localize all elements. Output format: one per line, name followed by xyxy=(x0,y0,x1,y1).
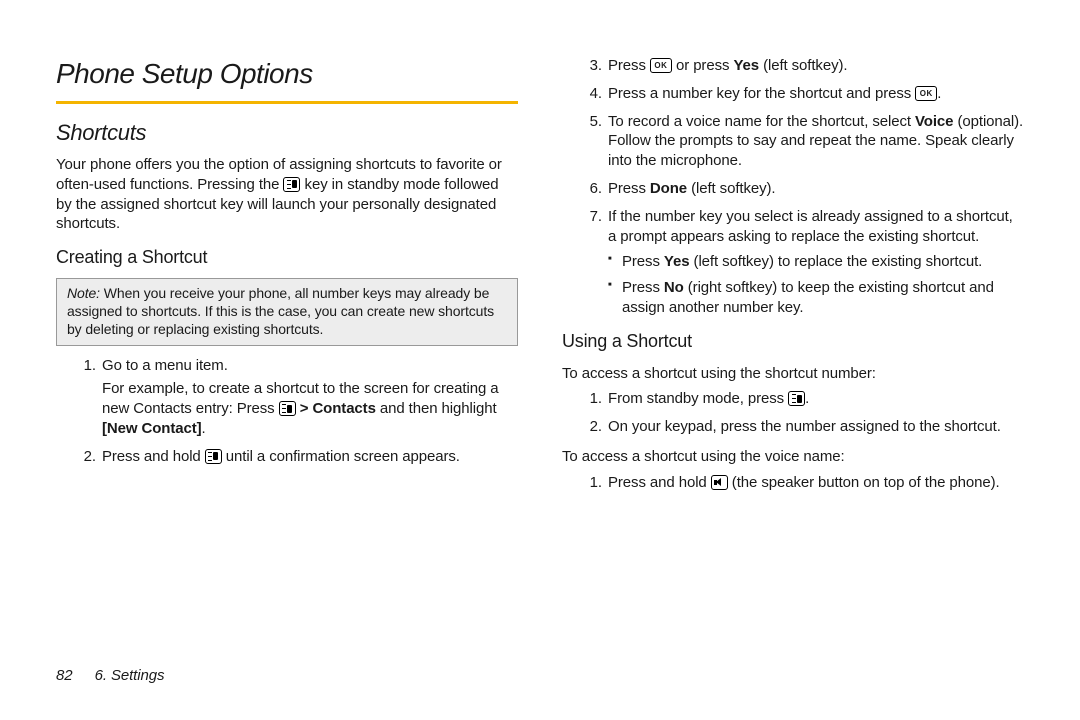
title-rule xyxy=(56,101,518,104)
text: If the number key you select is already … xyxy=(608,208,1013,245)
text: until a confirmation screen appears. xyxy=(222,448,460,465)
content-columns: Phone Setup Options Shortcuts Your phone… xyxy=(56,56,1024,656)
shortcuts-intro: Your phone offers you the option of assi… xyxy=(56,155,518,234)
speaker-key-icon xyxy=(711,475,728,490)
menu-key-icon xyxy=(283,177,300,192)
note-box: Note: When you receive your phone, all n… xyxy=(56,278,518,346)
step-1-example: For example, to create a shortcut to the… xyxy=(102,379,518,438)
page-footer: 82 6. Settings xyxy=(56,666,164,686)
using-lead-1: To access a shortcut using the shortcut … xyxy=(562,364,1024,384)
bold-contacts: Contacts xyxy=(312,400,375,417)
bold-voice: Voice xyxy=(915,113,953,130)
text: Press and hold xyxy=(608,474,711,491)
subsection-using: Using a Shortcut xyxy=(562,330,1024,354)
using-steps-2: Press and hold (the speaker button on to… xyxy=(562,473,1024,493)
page-title: Phone Setup Options xyxy=(56,56,518,93)
step-2: Press and hold until a confirmation scre… xyxy=(100,447,518,467)
text: . xyxy=(202,420,206,437)
bold-yes: Yes xyxy=(664,253,690,270)
step-7-sublist: Press Yes (left softkey) to replace the … xyxy=(608,252,1024,317)
note-body: When you receive your phone, all number … xyxy=(67,285,494,337)
using-steps-1: From standby mode, press . On your keypa… xyxy=(562,389,1024,437)
ok-key-icon xyxy=(650,58,672,73)
page-number: 82 xyxy=(56,667,73,684)
text: Press xyxy=(622,253,664,270)
text: Press xyxy=(608,180,650,197)
menu-key-icon xyxy=(279,401,296,416)
subsection-creating: Creating a Shortcut xyxy=(56,246,518,270)
bold-done: Done xyxy=(650,180,687,197)
note-label: Note: xyxy=(67,285,100,301)
using1-step-1: From standby mode, press . xyxy=(606,389,1024,409)
step-4: Press a number key for the shortcut and … xyxy=(606,84,1024,104)
step-7: If the number key you select is already … xyxy=(606,207,1024,318)
using2-step-1: Press and hold (the speaker button on to… xyxy=(606,473,1024,493)
text: (the speaker button on top of the phone)… xyxy=(728,474,1000,491)
text: (left softkey). xyxy=(687,180,775,197)
text: and then highlight xyxy=(376,400,497,417)
section-shortcuts: Shortcuts xyxy=(56,118,518,147)
text: Press and hold xyxy=(102,448,205,465)
chapter-label: 6. Settings xyxy=(95,667,165,684)
step-7a: Press Yes (left softkey) to replace the … xyxy=(608,252,1024,272)
text: From standby mode, press xyxy=(608,390,788,407)
step-1: Go to a menu item. For example, to creat… xyxy=(100,356,518,439)
text: or press xyxy=(672,57,734,74)
bold-yes: Yes xyxy=(733,57,759,74)
text: > xyxy=(296,400,313,417)
step-7b: Press No (right softkey) to keep the exi… xyxy=(608,278,1024,318)
bold-new-contact: [New Contact] xyxy=(102,420,202,437)
step-5: To record a voice name for the shortcut,… xyxy=(606,112,1024,171)
text: (left softkey). xyxy=(759,57,847,74)
text: . xyxy=(937,85,941,102)
text: Press a number key for the shortcut and … xyxy=(608,85,915,102)
text: (left softkey) to replace the existing s… xyxy=(689,253,982,270)
text: Press xyxy=(608,57,650,74)
using1-step-2: On your keypad, press the number assigne… xyxy=(606,417,1024,437)
text: . xyxy=(805,390,809,407)
text: Go to a menu item. xyxy=(102,357,228,374)
ok-key-icon xyxy=(915,86,937,101)
using-lead-2: To access a shortcut using the voice nam… xyxy=(562,447,1024,467)
menu-key-icon xyxy=(205,449,222,464)
text: Press xyxy=(622,279,664,296)
bold-no: No xyxy=(664,279,684,296)
step-3: Press or press Yes (left softkey). xyxy=(606,56,1024,76)
step-6: Press Done (left softkey). xyxy=(606,179,1024,199)
menu-key-icon xyxy=(788,391,805,406)
text: To record a voice name for the shortcut,… xyxy=(608,113,915,130)
